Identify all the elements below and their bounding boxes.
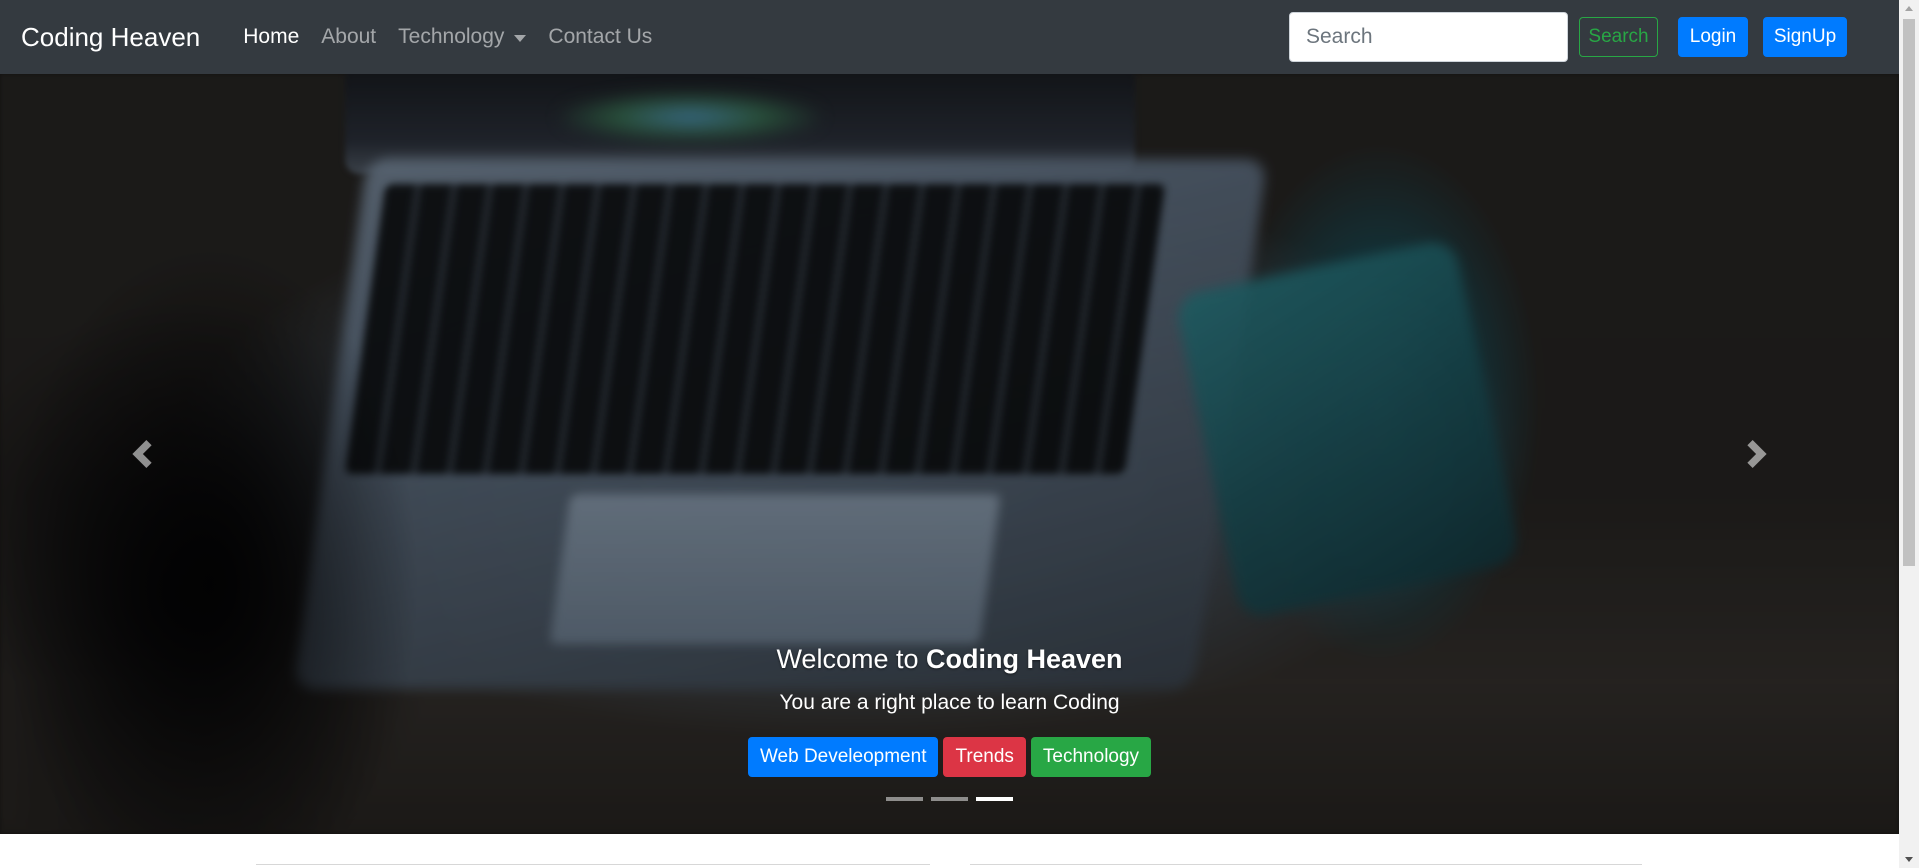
signup-button[interactable]: SignUp — [1763, 17, 1847, 57]
carousel-indicator-1[interactable] — [886, 797, 923, 801]
hero-carousel: Welcome to Coding Heaven You are a right… — [0, 74, 1899, 834]
caption-buttons: Web Develeopment Trends Technology — [0, 737, 1899, 777]
web-development-button[interactable]: Web Develeopment — [747, 737, 939, 777]
caret-down-icon — [514, 34, 527, 42]
caption-title: Welcome to Coding Heaven — [0, 644, 1899, 675]
carousel-indicators — [0, 797, 1899, 801]
arrow-down-icon — [1905, 857, 1913, 862]
page: Coding Heaven Home About Technology Cont… — [0, 0, 1919, 868]
chevron-right-icon — [1747, 440, 1767, 468]
nav-links: Home About Technology Contact Us — [232, 25, 663, 49]
chevron-left-icon — [132, 440, 152, 468]
nav-dropdown-technology-label: Technology — [398, 25, 505, 48]
brand-logo[interactable]: Coding Heaven — [21, 22, 200, 53]
carousel-caption: Welcome to Coding Heaven You are a right… — [0, 644, 1899, 777]
nav-link-contact[interactable]: Contact Us — [537, 25, 663, 49]
caption-text: You are a right place to learn Coding — [779, 691, 1120, 714]
scrollbar-thumb[interactable] — [1903, 19, 1915, 566]
page-scrollbar[interactable] — [1899, 0, 1919, 868]
trends-button[interactable]: Trends — [943, 737, 1026, 777]
card-top-edge — [970, 864, 1642, 868]
caption-title-prefix: Welcome to — [776, 644, 919, 674]
search-input[interactable] — [1289, 12, 1568, 62]
carousel-indicator-3[interactable] — [976, 797, 1013, 801]
nav-dropdown-technology[interactable]: Technology — [387, 25, 537, 49]
scroll-down-arrow[interactable] — [1899, 851, 1919, 868]
caption-title-brand: Coding Heaven — [926, 644, 1123, 674]
scroll-up-arrow[interactable] — [1899, 0, 1919, 17]
login-button[interactable]: Login — [1678, 17, 1748, 57]
card-top-edge — [256, 864, 930, 868]
arrow-up-icon — [1905, 6, 1913, 11]
nav-link-home[interactable]: Home — [232, 25, 310, 49]
carousel-indicator-2[interactable] — [931, 797, 968, 801]
cards-section-peek — [0, 834, 1899, 868]
search-button[interactable]: Search — [1579, 17, 1658, 57]
technology-button[interactable]: Technology — [1030, 737, 1152, 777]
nav-link-about[interactable]: About — [310, 25, 387, 49]
